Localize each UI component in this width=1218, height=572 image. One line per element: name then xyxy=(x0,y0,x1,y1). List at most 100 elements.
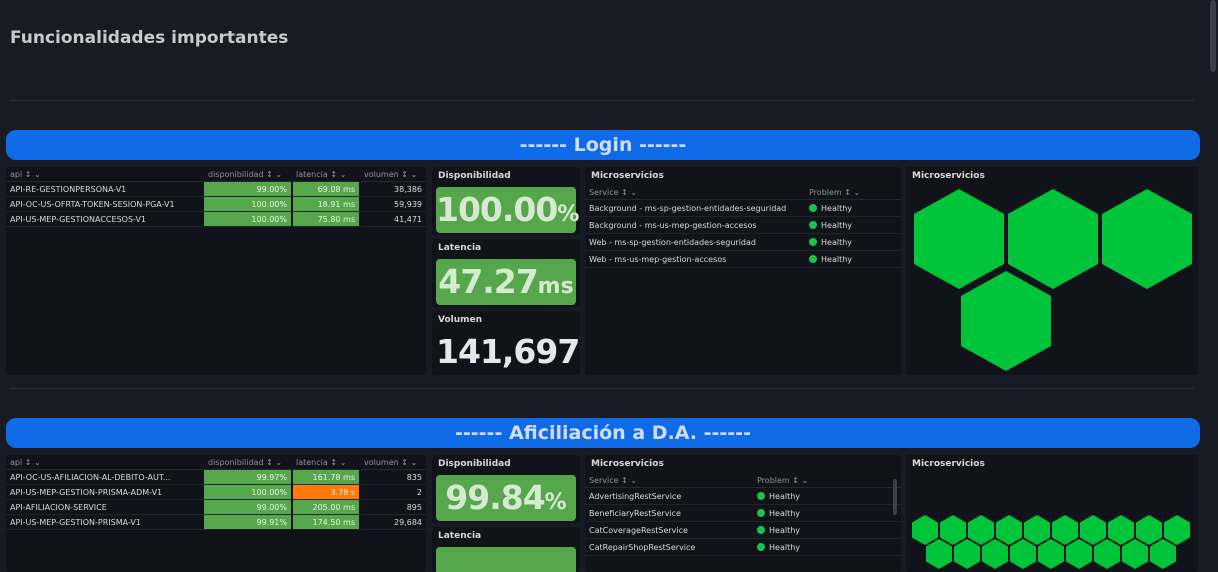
column-header-api[interactable]: api ↕ ⌄ xyxy=(6,455,204,470)
api-name: API-AFILIACION-SERVICE xyxy=(10,502,107,512)
column-header-volumen[interactable]: volumen ↕ ⌄ xyxy=(360,455,426,470)
stat-value-box: 47.27ms xyxy=(436,259,576,305)
panel-title: Microservicios xyxy=(591,459,664,469)
microservice-hexagon[interactable] xyxy=(961,271,1051,371)
table-row: AdvertisingRestService Healthy xyxy=(585,488,901,505)
microservice-hexagon[interactable] xyxy=(996,515,1022,545)
disponibilidad-cell: 99.91% xyxy=(204,514,293,530)
api-name: API-OC-US-OFRTA-TOKEN-SESION-PGA-V1 xyxy=(10,199,175,209)
table-scrollbar[interactable] xyxy=(893,479,897,515)
service-status: Healthy xyxy=(753,488,901,505)
disponibilidad-cell: 99.00% xyxy=(204,499,293,515)
microservice-hexagon[interactable] xyxy=(914,189,1004,289)
service-status: Healthy xyxy=(805,200,901,217)
service-name: CatRepairShopRestService xyxy=(589,542,696,552)
microservice-hexagon[interactable] xyxy=(1010,539,1036,569)
microservice-hexagon[interactable] xyxy=(1136,515,1162,545)
table-row: Background - ms-sp-gestion-entidades-seg… xyxy=(585,200,901,217)
table-row: Web - ms-sp-gestion-entidades-seguridad … xyxy=(585,234,901,251)
microservice-hexagon[interactable] xyxy=(1094,539,1120,569)
api-name: API-US-MEP-GESTION-PRISMA-V1 xyxy=(10,517,141,527)
column-header-latencia[interactable]: latencia ↕ ⌄ xyxy=(292,167,360,182)
panel-title: Disponibilidad xyxy=(438,171,511,181)
stat-value-box xyxy=(436,547,576,572)
stat-panel-latencia: Latencia xyxy=(432,527,580,572)
column-header-service[interactable]: Service ↕ ⌄ xyxy=(585,473,753,488)
microservice-hexagon[interactable] xyxy=(968,515,994,545)
service-status: Healthy xyxy=(753,522,901,539)
microservice-hexagon[interactable] xyxy=(1080,515,1106,545)
microservices-table-panel: Microservicios Service ↕ ⌄ Problem ↕ ⌄ A… xyxy=(585,455,901,572)
service-status: Healthy xyxy=(753,539,901,556)
volumen-cell: 29,684 xyxy=(394,517,422,527)
healthy-dot-icon xyxy=(809,203,817,212)
status-label: Healthy xyxy=(821,254,853,264)
latencia-cell: 205.00 ms xyxy=(292,499,361,515)
page-scrollbar[interactable] xyxy=(1210,0,1216,72)
disponibilidad-cell: 99.00% xyxy=(204,181,293,197)
api-name: API-OC-US-AFILIACION-AL-DEBITO-AUT... xyxy=(10,472,171,482)
volumen-cell: 38,386 xyxy=(394,184,422,194)
microservice-hexagon[interactable] xyxy=(1108,515,1134,545)
microservice-hexagon[interactable] xyxy=(982,539,1008,569)
column-header-disponibilidad[interactable]: disponibilidad ↕ ⌄ xyxy=(204,455,292,470)
api-table-panel-login: api ↕ ⌄ disponibilidad ↕ ⌄ latencia ↕ ⌄ … xyxy=(6,167,426,375)
microservice-hexagon[interactable] xyxy=(954,539,980,569)
column-header-disponibilidad[interactable]: disponibilidad ↕ ⌄ xyxy=(204,167,292,182)
microservice-hexagon[interactable] xyxy=(1052,515,1078,545)
table-row: BeneficiaryRestService Healthy xyxy=(585,505,901,522)
table-row: CatRepairShopRestService Healthy xyxy=(585,539,901,556)
microservice-hexagon[interactable] xyxy=(1024,515,1050,545)
table-row: CatCoverageRestService Healthy xyxy=(585,522,901,539)
microservices-table: Service ↕ ⌄ Problem ↕ ⌄ AdvertisingRestS… xyxy=(585,473,901,556)
microservice-hexagon[interactable] xyxy=(912,515,938,545)
status-label: Healthy xyxy=(769,508,801,518)
panel-title: Latencia xyxy=(438,531,482,541)
stat-value: 47.27 xyxy=(438,262,538,301)
panel-title: Microservicios xyxy=(912,459,985,469)
service-status: Healthy xyxy=(805,251,901,268)
service-name: Web - ms-us-mep-gestion-accesos xyxy=(589,254,727,264)
microservice-hexagon[interactable] xyxy=(1122,539,1148,569)
service-status: Healthy xyxy=(805,217,901,234)
page-title: Funcionalidades importantes xyxy=(10,28,289,48)
stat-panel-disponibilidad: Disponibilidad 100.00% xyxy=(432,167,580,235)
stat-value-box: 100.00% xyxy=(436,187,579,233)
volumen-cell: 835 xyxy=(406,472,422,482)
healthy-dot-icon xyxy=(809,237,817,246)
column-header-volumen[interactable]: volumen ↕ ⌄ xyxy=(360,167,426,182)
service-name: CatCoverageRestService xyxy=(589,525,688,535)
honeycomb-panel-afiliacion: Microservicios xyxy=(906,455,1198,572)
microservice-hexagon[interactable] xyxy=(1066,539,1092,569)
divider xyxy=(10,100,1194,101)
healthy-dot-icon xyxy=(757,525,765,534)
column-header-problem[interactable]: Problem ↕ ⌄ xyxy=(753,473,901,488)
microservice-hexagon[interactable] xyxy=(1008,189,1098,289)
latencia-cell: 69.08 ms xyxy=(292,181,361,197)
volumen-cell: 895 xyxy=(406,502,422,512)
column-header-problem[interactable]: Problem ↕ ⌄ xyxy=(805,185,901,200)
disponibilidad-cell: 100.00% xyxy=(204,484,293,500)
api-table-panel-afiliacion: api ↕ ⌄ disponibilidad ↕ ⌄ latencia ↕ ⌄ … xyxy=(6,455,426,572)
microservice-hexagon[interactable] xyxy=(1102,189,1192,289)
microservice-hexagon[interactable] xyxy=(1164,515,1190,545)
stat-unit: ms xyxy=(537,274,574,299)
column-header-api[interactable]: api ↕ ⌄ xyxy=(6,167,204,182)
panel-title: Microservicios xyxy=(912,171,985,181)
status-label: Healthy xyxy=(821,237,853,247)
status-label: Healthy xyxy=(769,525,801,535)
disponibilidad-cell: 99.97% xyxy=(204,469,293,485)
table-row: API-RE-GESTIONPERSONA-V1 99.00% 69.08 ms… xyxy=(6,181,426,197)
column-header-latencia[interactable]: latencia ↕ ⌄ xyxy=(292,455,360,470)
table-row: API-US-MEP-GESTION-PRISMA-ADM-V1 100.00%… xyxy=(6,484,426,500)
microservice-hexagon[interactable] xyxy=(1038,539,1064,569)
microservice-hexagon[interactable] xyxy=(940,515,966,545)
stat-panel-disponibilidad: Disponibilidad 99.84% xyxy=(432,455,580,523)
status-label: Healthy xyxy=(821,220,853,230)
column-header-service[interactable]: Service ↕ ⌄ xyxy=(585,185,805,200)
microservice-hexagon[interactable] xyxy=(926,539,952,569)
microservice-hexagon[interactable] xyxy=(1150,539,1176,569)
honeycomb-panel-login: Microservicios xyxy=(906,167,1198,375)
panel-title: Latencia xyxy=(438,243,482,253)
stat-value: 100.00 xyxy=(436,190,558,229)
